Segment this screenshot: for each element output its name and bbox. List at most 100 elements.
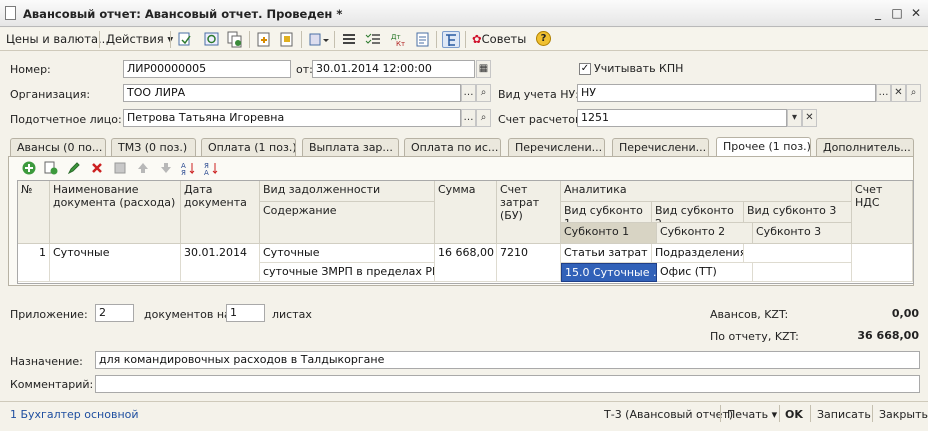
tax-accounting-field[interactable]: НУ xyxy=(577,84,876,102)
tab-payment[interactable]: Оплата (1 поз.) xyxy=(201,138,296,157)
copy-document-icon[interactable] xyxy=(226,31,244,48)
move-up-icon[interactable] xyxy=(135,160,151,176)
document-icon xyxy=(5,6,16,20)
report-form-button[interactable]: Т-3 (Авансовый отчет) xyxy=(604,408,733,421)
cell-sub-type-1[interactable]: Статьи затрат xyxy=(561,244,652,263)
report-icon[interactable] xyxy=(414,31,432,48)
sheets-count-field[interactable]: 1 xyxy=(226,304,265,322)
maximize-button[interactable]: □ xyxy=(889,5,905,21)
advice-icon: ✿ xyxy=(472,32,482,46)
tab-advances[interactable]: Авансы (0 по... xyxy=(10,138,106,157)
copy-row-icon[interactable] xyxy=(43,160,59,176)
close-button[interactable]: Закрыть xyxy=(879,408,928,421)
tab-payment-by-docs[interactable]: Оплата по ис... xyxy=(404,138,501,157)
ok-button[interactable]: OK xyxy=(785,408,803,421)
delete-row-icon[interactable] xyxy=(89,160,105,176)
debit-credit-icon[interactable]: Дт Кт xyxy=(390,31,408,48)
col-header-content[interactable]: Содержание xyxy=(260,202,435,244)
cell-sub-type-3[interactable] xyxy=(744,244,852,263)
currency-button[interactable]: Цены и валюта... xyxy=(6,32,109,46)
cell-cost-account[interactable]: 7210 xyxy=(497,244,561,282)
col-header-cost-account[interactable]: Счет затрат (БУ) xyxy=(497,181,561,244)
cell-debt-type[interactable]: Суточные xyxy=(260,244,435,263)
col-header-sub-3[interactable]: Субконто 3 xyxy=(753,223,852,244)
save-button[interactable]: Записать xyxy=(817,408,871,421)
select-tax-button[interactable]: … xyxy=(876,84,891,102)
col-header-sub-1[interactable]: Субконто 1 xyxy=(561,223,657,244)
select-org-button[interactable]: … xyxy=(461,84,476,102)
help-icon[interactable]: ? xyxy=(536,31,551,46)
cell-date[interactable]: 30.01.2014 xyxy=(181,244,260,282)
add-row-icon[interactable] xyxy=(21,160,37,176)
cell-name[interactable]: Суточные xyxy=(50,244,181,282)
col-header-date[interactable]: Дата документа xyxy=(181,181,260,244)
actions-menu[interactable]: Действия ▾ xyxy=(106,32,173,46)
account-field[interactable]: 1251 xyxy=(577,109,787,127)
col-header-sum[interactable]: Сумма xyxy=(435,181,497,244)
cell-num[interactable]: 1 xyxy=(18,244,50,282)
docs-count-field[interactable]: 2 xyxy=(95,304,134,322)
post-document-icon[interactable] xyxy=(176,31,194,48)
actions-label: Действия xyxy=(106,32,164,46)
col-header-debt-type[interactable]: Вид задолженности xyxy=(260,181,435,202)
expense-table[interactable]: № Наименование документа (расхода) Дата … xyxy=(17,180,914,284)
number-field[interactable]: ЛИР00000005 xyxy=(123,60,291,78)
tab-transfers-1[interactable]: Перечислени... xyxy=(508,138,605,157)
kpn-checkbox[interactable]: ✓ xyxy=(579,63,591,75)
clear-tax-icon[interactable]: ✕ xyxy=(891,84,906,102)
comment-label: Комментарий: xyxy=(10,378,94,391)
docs-label: документов на xyxy=(144,308,231,321)
cell-sub-type-2[interactable]: Подразделения xyxy=(652,244,744,263)
create-based-on-icon[interactable] xyxy=(255,31,273,48)
tree-toggle-icon[interactable] xyxy=(442,31,460,48)
checklist-icon[interactable] xyxy=(364,31,382,48)
col-header-sub-2[interactable]: Субконто 2 xyxy=(657,223,753,244)
account-dropdown-icon[interactable]: ▾ xyxy=(787,109,802,127)
cell-sub-3[interactable] xyxy=(753,263,852,282)
refresh-icon[interactable] xyxy=(203,31,221,48)
date-from-label: от: xyxy=(296,63,313,76)
col-header-vat-account[interactable]: Счет НДС xyxy=(852,181,913,244)
col-header-sub-type-3[interactable]: Вид субконто 3 xyxy=(744,202,852,223)
date-field[interactable]: 30.01.2014 12:00:00 xyxy=(312,60,475,78)
end-edit-icon[interactable] xyxy=(112,160,128,176)
edit-row-icon[interactable] xyxy=(66,160,82,176)
cell-sub-1[interactable]: 15.0 Суточные ... xyxy=(561,263,657,282)
tab-inventory[interactable]: ТМЗ (0 поз.) xyxy=(111,138,196,157)
cell-content[interactable]: суточные ЗМРП в пределах РК xyxy=(260,263,435,282)
tab-salary-payment[interactable]: Выплата зар... xyxy=(302,138,399,157)
tab-transfers-2[interactable]: Перечислени... xyxy=(612,138,709,157)
cell-vat-account[interactable] xyxy=(852,244,913,282)
col-header-sub-type-1[interactable]: Вид субконто 1 xyxy=(561,202,652,223)
col-header-name[interactable]: Наименование документа (расхода) xyxy=(50,181,181,244)
print-menu[interactable]: Печать ▾ xyxy=(727,408,777,421)
calendar-icon[interactable]: ▦ xyxy=(476,60,491,78)
move-down-icon[interactable] xyxy=(158,160,174,176)
select-person-button[interactable]: … xyxy=(461,109,476,127)
go-menu-icon[interactable] xyxy=(308,31,329,48)
sort-descending-icon[interactable]: ЯА xyxy=(203,160,219,177)
advice-button[interactable]: ✿Советы xyxy=(472,32,526,46)
person-field[interactable]: Петрова Татьяна Игоревна xyxy=(123,109,461,127)
cell-sub-2[interactable]: Офис (ТТ) xyxy=(657,263,753,282)
minimize-button[interactable]: _ xyxy=(870,5,886,21)
cell-sum[interactable]: 16 668,00 xyxy=(435,244,497,282)
status-separator xyxy=(720,405,721,422)
comment-field[interactable] xyxy=(95,375,920,393)
col-header-num[interactable]: № xyxy=(18,181,50,244)
open-tax-icon[interactable]: ⌕ xyxy=(906,84,921,102)
clear-account-icon[interactable]: ✕ xyxy=(802,109,817,127)
col-header-analytics[interactable]: Аналитика xyxy=(561,181,852,202)
close-window-button[interactable]: ✕ xyxy=(908,5,924,21)
sort-ascending-icon[interactable]: АЯ xyxy=(180,160,196,177)
structure-icon[interactable] xyxy=(278,31,296,48)
open-org-icon[interactable]: ⌕ xyxy=(476,84,491,102)
tab-additional[interactable]: Дополнитель... xyxy=(816,138,914,157)
open-person-icon[interactable]: ⌕ xyxy=(476,109,491,127)
person-label: Подотчетное лицо: xyxy=(10,113,122,126)
organization-field[interactable]: ТОО ЛИРА xyxy=(123,84,461,102)
col-header-sub-type-2[interactable]: Вид субконто 2 xyxy=(652,202,744,223)
purpose-field[interactable]: для командировочных расходов в Талдыкорг… xyxy=(95,351,920,369)
tab-other[interactable]: Прочее (1 поз.) xyxy=(716,137,811,157)
list-view-icon[interactable] xyxy=(340,31,358,48)
